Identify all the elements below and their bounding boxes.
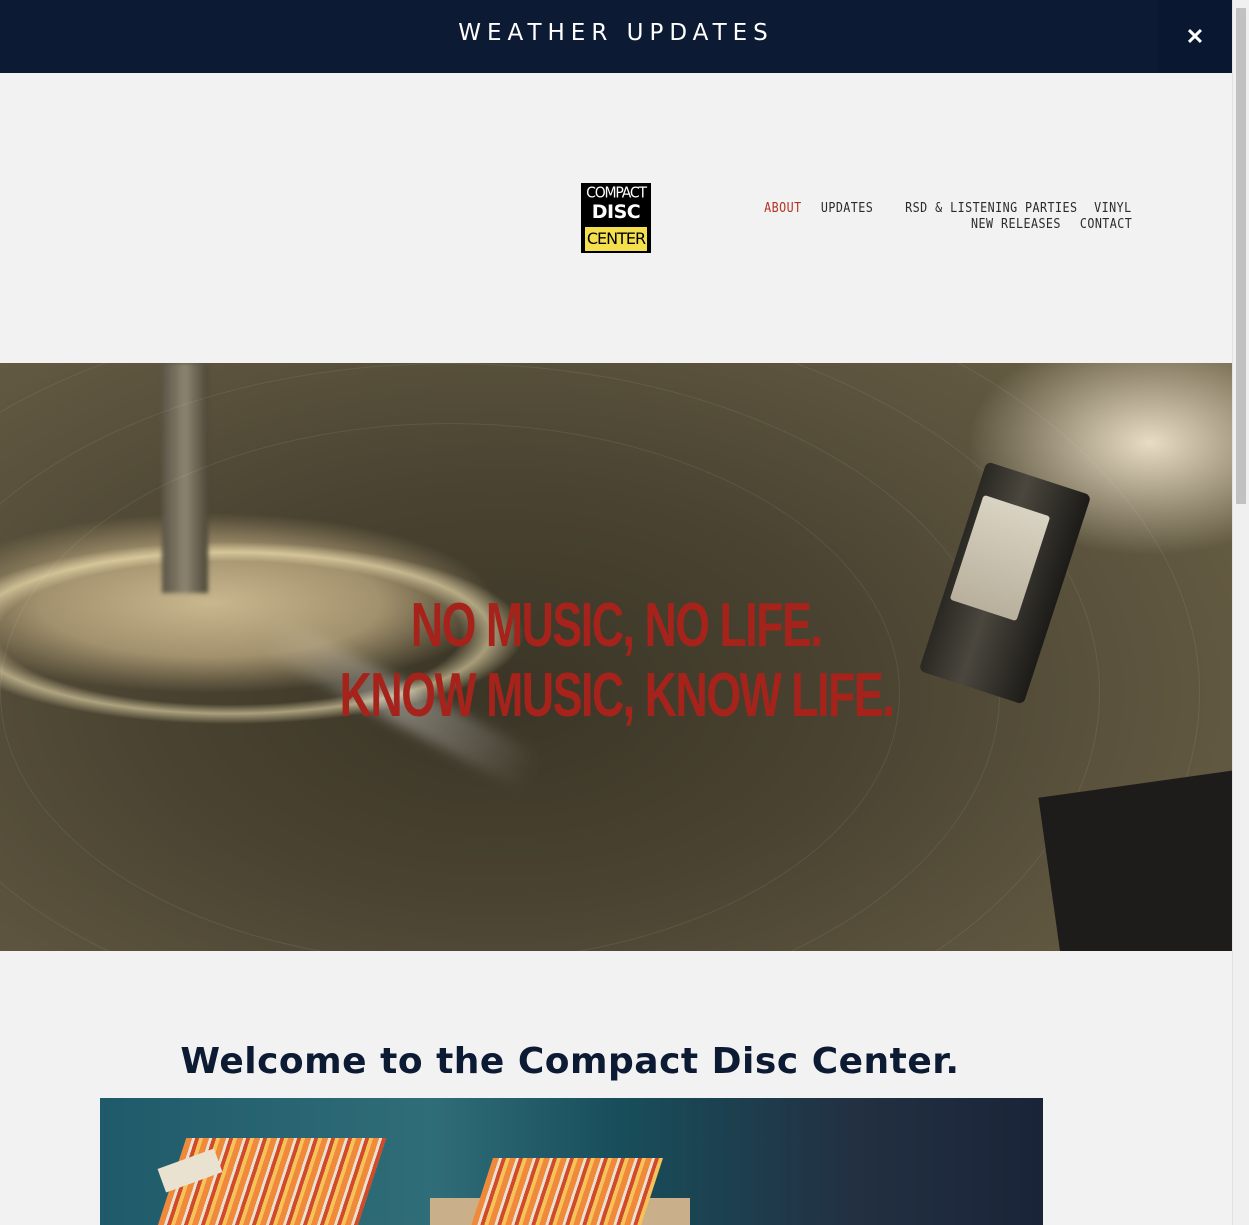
nav-row-2: NEW RELEASES CONTACT xyxy=(732,217,1132,233)
site-header: COMPACT DISC CENTER ABOUT UPDATES RSD & LI… xyxy=(0,73,1232,363)
page-scrollbar[interactable] xyxy=(1232,0,1249,1225)
hero-headline: NO MUSIC, NO LIFE. KNOW MUSIC, KNOW LIFE… xyxy=(0,591,1232,731)
logo-line-disc: DISC xyxy=(591,201,641,223)
hero-line-2: KNOW MUSIC, KNOW LIFE. xyxy=(339,661,894,730)
turntable-base-decor xyxy=(1038,769,1232,951)
close-icon[interactable]: ✕ xyxy=(1158,0,1232,73)
store-crates-photo xyxy=(100,1098,1043,1225)
nav-row-1: ABOUT UPDATES RSD & LISTENING PARTIES VINYL xyxy=(732,201,1132,217)
scrollbar-thumb[interactable] xyxy=(1236,8,1246,504)
logo-line-center: CENTER xyxy=(585,227,647,251)
hero-line-1: NO MUSIC, NO LIFE. xyxy=(410,591,823,660)
nav-item-vinyl[interactable]: VINYL xyxy=(1095,201,1132,217)
announcement-bar: WEATHER UPDATES ✕ xyxy=(0,0,1232,73)
nav-item-new-releases[interactable]: NEW RELEASES xyxy=(971,217,1061,233)
nav-item-contact[interactable]: CONTACT xyxy=(1080,217,1132,233)
logo-line-compact: COMPACT xyxy=(586,184,647,202)
nav-item-about[interactable]: ABOUT xyxy=(764,201,801,217)
records-decor xyxy=(467,1158,663,1225)
announcement-link[interactable]: WEATHER UPDATES xyxy=(0,20,1232,46)
nav-item-rsd-listening-parties[interactable]: RSD & LISTENING PARTIES xyxy=(905,201,1077,217)
hero-banner: NO MUSIC, NO LIFE. KNOW MUSIC, KNOW LIFE… xyxy=(0,363,1232,951)
welcome-heading: Welcome to the Compact Disc Center. xyxy=(180,1041,960,1083)
main-nav: ABOUT UPDATES RSD & LISTENING PARTIES VINYL… xyxy=(732,201,1132,233)
site-logo[interactable]: COMPACT DISC CENTER xyxy=(581,183,651,253)
nav-item-updates[interactable]: UPDATES xyxy=(820,201,872,217)
